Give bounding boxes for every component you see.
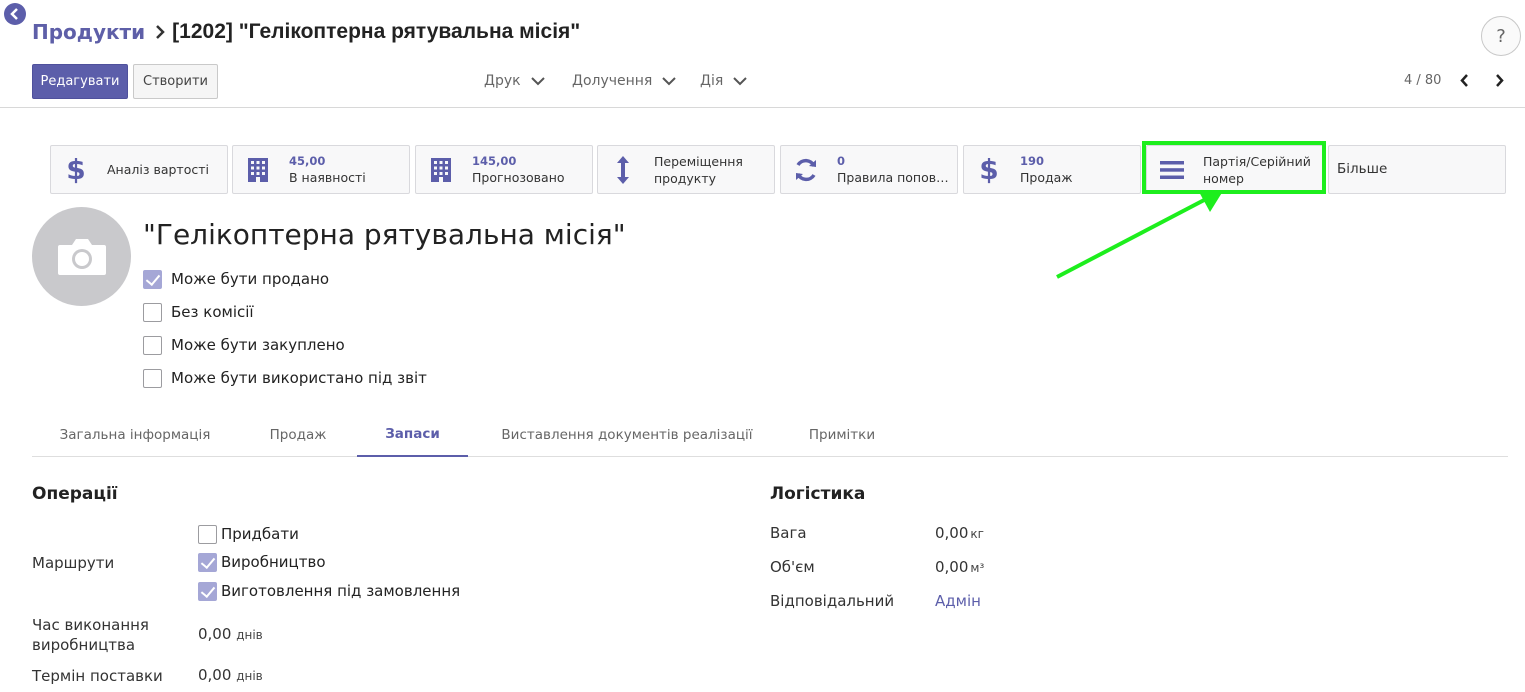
route-manufacture-label: Виробництво <box>221 553 326 571</box>
tab-inventory[interactable]: Запаси <box>357 412 468 457</box>
sales-label: Продаж <box>1020 169 1073 185</box>
sales-value: 190 <box>1020 153 1045 168</box>
product-name: "Гелікоптерна рятувальна місія" <box>143 218 626 251</box>
chevron-down-icon <box>530 76 545 85</box>
route-buy-label: Придбати <box>221 525 299 543</box>
dollar-icon: $ <box>964 155 1014 185</box>
action-label: Дія <box>700 73 724 89</box>
no-commission-label: Без комісії <box>171 303 254 321</box>
on-hand-label: В наявності <box>289 169 366 185</box>
breadcrumb-parent-link[interactable]: Продукти <box>32 20 145 44</box>
manufacture-lead-value: 0,00 <box>198 625 232 643</box>
chevron-down-icon <box>662 76 677 85</box>
route-buy-checkbox[interactable] <box>198 525 217 544</box>
weight-value: 0,00 <box>935 524 969 542</box>
more-label: Більше <box>1337 161 1388 177</box>
dollar-icon: $ <box>51 155 101 185</box>
svg-text:$: $ <box>68 155 84 185</box>
weight-label: Вага <box>770 524 807 542</box>
on-hand-value: 45,00 <box>289 153 326 168</box>
on-hand-button[interactable]: 45,00 В наявності <box>232 145 410 194</box>
reorder-rules-label: Правила поповн... <box>837 169 955 185</box>
no-commission-checkbox[interactable] <box>143 303 162 322</box>
more-button[interactable]: Більше <box>1328 145 1506 194</box>
create-button[interactable]: Створити <box>133 64 218 99</box>
print-label: Друк <box>484 73 521 89</box>
can-be-expensed-checkbox[interactable] <box>143 369 162 388</box>
help-button[interactable]: ? <box>1481 16 1521 56</box>
tab-sales[interactable]: Продаж <box>240 412 356 457</box>
pager-next-button[interactable] <box>1490 71 1508 89</box>
reorder-rules-button[interactable]: 0 Правила поповн... <box>780 145 958 194</box>
annotation-arrow-icon <box>1056 190 1223 279</box>
edit-button[interactable]: Редагувати <box>32 64 128 99</box>
vertical-arrows-icon <box>598 155 648 185</box>
notebook-tabs: Загальна інформація Продаж Запаси Вистав… <box>32 412 1508 457</box>
routes-label: Маршрути <box>32 554 115 572</box>
can-be-purchased-label: Може бути закуплено <box>171 336 345 354</box>
chevron-down-icon <box>733 76 747 85</box>
route-mto-checkbox[interactable] <box>198 582 217 601</box>
breadcrumb: Продукти [1202] "Гелікоптерна рятувальна… <box>32 20 580 44</box>
product-moves-label-line1: Переміщення <box>654 153 743 169</box>
volume-label: Об'єм <box>770 558 815 576</box>
logistics-title: Логістика <box>770 484 866 504</box>
attach-dropdown[interactable]: Долучення <box>572 73 677 89</box>
control-panel: Продукти [1202] "Гелікоптерна рятувальна… <box>0 0 1525 108</box>
delivery-lead-label: Термін поставки <box>32 667 163 685</box>
forecasted-value: 145,00 <box>472 153 517 168</box>
attach-label: Долучення <box>572 73 653 89</box>
tab-notes[interactable]: Примітки <box>784 412 900 457</box>
pager-value[interactable]: 4 / 80 <box>1404 73 1441 88</box>
cost-analysis-button[interactable]: $ Аналіз вартості <box>50 145 228 194</box>
responsible-label: Відповідальний <box>770 592 895 610</box>
can-be-sold-checkbox[interactable] <box>143 270 162 289</box>
camera-icon <box>57 238 106 275</box>
weight-unit: кг <box>970 527 984 541</box>
building-icon <box>233 157 283 183</box>
action-dropdown[interactable]: Дія <box>700 73 747 89</box>
chevron-left-icon <box>1459 73 1468 87</box>
manufacture-lead-unit: днів <box>236 628 263 642</box>
cost-analysis-label: Аналіз вартості <box>107 162 209 177</box>
print-dropdown[interactable]: Друк <box>484 73 545 89</box>
delivery-lead-value: 0,00 <box>198 666 232 684</box>
chevron-right-icon <box>1495 73 1504 87</box>
chevron-right-icon <box>155 25 165 39</box>
manufacture-lead-field[interactable]: 0,00 днів <box>198 625 263 643</box>
pager-previous-button[interactable] <box>1455 71 1473 89</box>
can-be-expensed-label: Може бути використано під звіт <box>171 369 427 387</box>
delivery-lead-unit: днів <box>236 669 263 683</box>
product-moves-button[interactable]: Переміщення продукту <box>597 145 775 194</box>
responsible-link[interactable]: Адмін <box>935 592 981 610</box>
route-mto-label: Виготовлення під замовлення <box>221 582 461 600</box>
svg-text:$: $ <box>981 155 997 185</box>
breadcrumb-current: [1202] "Гелікоптерна рятувальна місія" <box>172 20 581 43</box>
delivery-lead-field[interactable]: 0,00 днів <box>198 666 263 684</box>
weight-field[interactable]: 0,00 кг <box>935 524 984 542</box>
tab-general-info[interactable]: Загальна інформація <box>32 412 238 457</box>
product-image-placeholder[interactable] <box>32 207 131 306</box>
can-be-purchased-checkbox[interactable] <box>143 336 162 355</box>
forecasted-label: Прогнозовано <box>472 169 565 185</box>
tab-invoicing[interactable]: Виставлення документів реалізації <box>472 412 782 457</box>
refresh-icon <box>781 157 831 183</box>
can-be-sold-label: Може бути продано <box>171 270 330 288</box>
forecasted-button[interactable]: 145,00 Прогнозовано <box>415 145 593 194</box>
operations-title: Операції <box>32 484 118 504</box>
volume-unit: м³ <box>970 561 985 575</box>
volume-value: 0,00 <box>935 558 969 576</box>
back-icon[interactable] <box>4 3 26 25</box>
manufacture-lead-label: Час виконання виробництва <box>32 616 149 654</box>
product-moves-label-line2: продукту <box>654 170 717 186</box>
route-manufacture-checkbox[interactable] <box>198 553 217 572</box>
reorder-rules-value: 0 <box>837 153 846 168</box>
building-icon <box>416 157 466 183</box>
volume-field[interactable]: 0,00 м³ <box>935 558 984 576</box>
